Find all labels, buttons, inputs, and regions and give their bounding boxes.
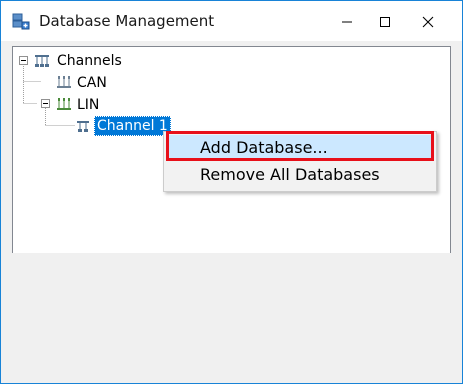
window-title: Database Management	[39, 12, 215, 30]
add-database-menu-item[interactable]: Add Database...	[166, 135, 432, 160]
bus-icon	[57, 98, 71, 110]
network-node-icon	[77, 121, 89, 132]
minimize-icon	[342, 21, 352, 23]
details-area	[12, 253, 451, 373]
database-management-window: Database Management Channels CAN LIN Cha…	[0, 0, 463, 384]
network-icon	[35, 55, 49, 67]
remove-all-databases-menu-item[interactable]: Remove All Databases	[166, 162, 432, 187]
bus-icon	[57, 76, 71, 88]
maximize-icon	[380, 17, 390, 27]
channels-collapse-toggle[interactable]	[19, 56, 28, 65]
tree-node-lin[interactable]: LIN	[77, 96, 99, 114]
maximize-button[interactable]	[362, 1, 408, 41]
tree-node-channel-1[interactable]: Channel 1	[94, 116, 171, 136]
lin-collapse-toggle[interactable]	[41, 99, 50, 108]
close-button[interactable]	[405, 1, 451, 41]
database-add-icon	[12, 13, 30, 30]
tree-node-can[interactable]: CAN	[77, 74, 107, 92]
title-bar[interactable]: Database Management	[1, 1, 462, 41]
context-menu: Add Database... Remove All Databases	[163, 131, 437, 192]
close-icon	[422, 16, 434, 28]
tree-node-channels[interactable]: Channels	[57, 52, 122, 70]
